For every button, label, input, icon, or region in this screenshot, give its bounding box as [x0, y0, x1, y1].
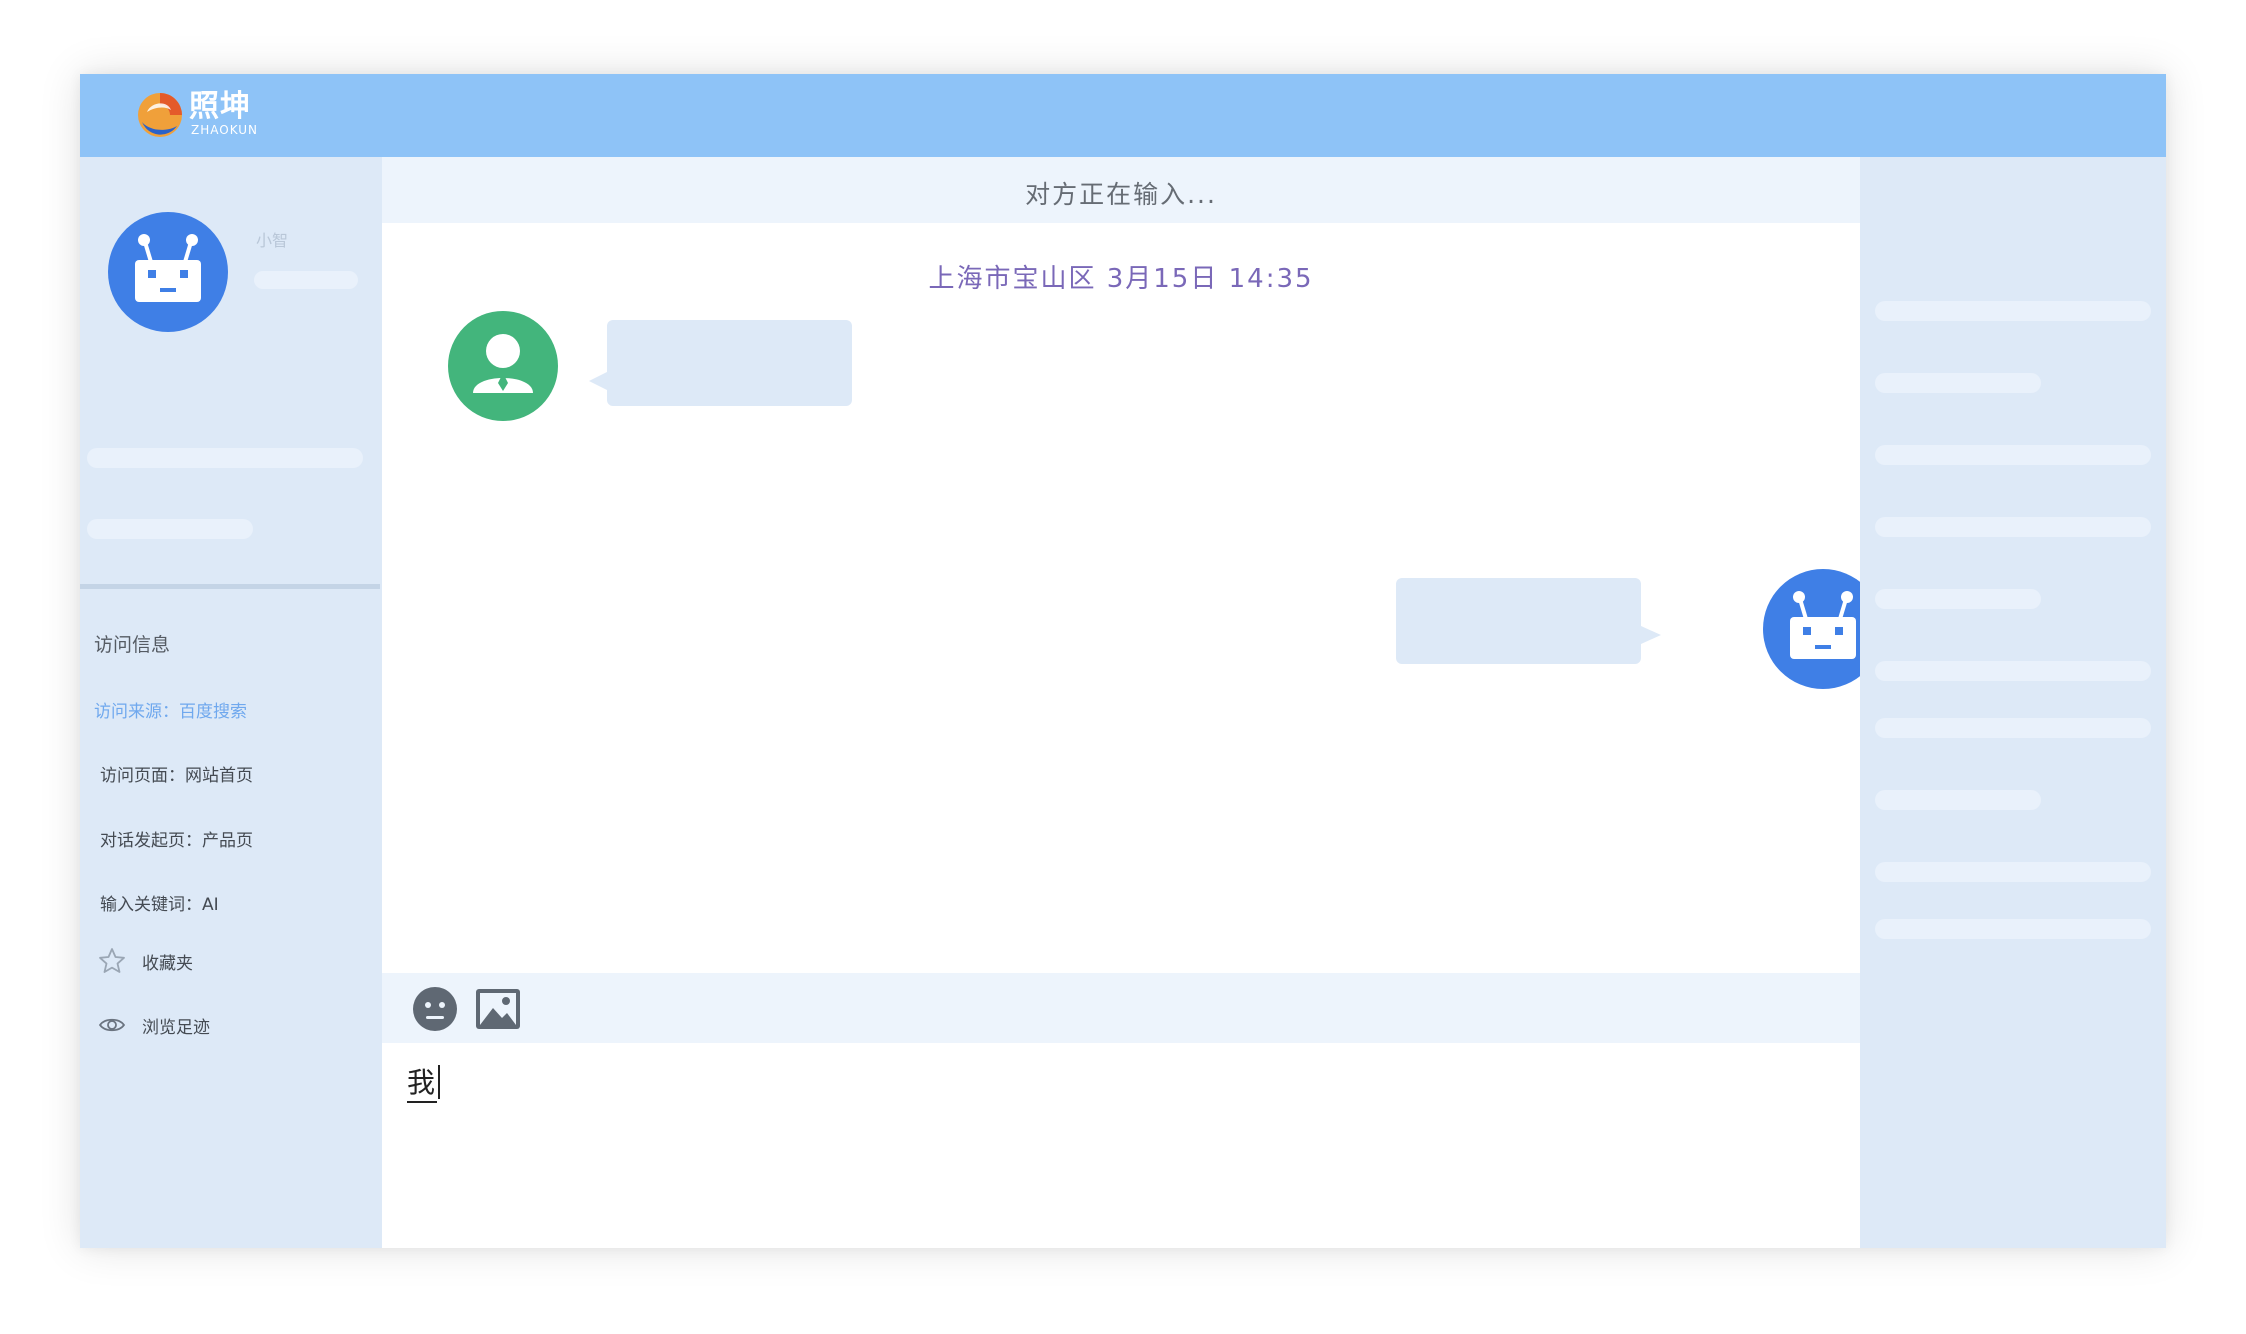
- agent-subtitle-placeholder: [254, 271, 358, 289]
- agent-name: 小智: [256, 231, 289, 250]
- right-placeholder-line: [1875, 301, 2151, 321]
- chat-timestamp: 上海市宝山区 3月15日 14:35: [928, 264, 1314, 294]
- left-divider: [80, 584, 380, 589]
- profile-placeholder-line: [87, 519, 253, 539]
- top-bar: 照坤 ZHAOKUN: [80, 74, 2166, 157]
- right-placeholder-line: [1875, 517, 2151, 537]
- robot-icon: [135, 234, 201, 302]
- chat-window: 照坤 ZHAOKUN 小智 访问信息 访问来源：百度搜索 访问页面：网站首页 对…: [80, 74, 2166, 1248]
- right-placeholder-line: [1875, 862, 2151, 882]
- message-input-text: 我: [407, 1061, 438, 1103]
- nav-history-label: 浏览足迹: [142, 1017, 210, 1038]
- brand-name-cn: 照坤: [189, 89, 251, 124]
- left-sidebar: 小智 访问信息 访问来源：百度搜索 访问页面：网站首页 对话发起页：产品页 输入…: [80, 157, 382, 1248]
- chat-panel: 对方正在输入... 上海市宝山区 3月15日 14:35 我: [382, 157, 1883, 1248]
- zhaokun-logo-icon: [138, 93, 182, 137]
- typing-status: 对方正在输入...: [382, 157, 1860, 223]
- visit-source[interactable]: 访问来源：百度搜索: [94, 697, 247, 722]
- visit-page: 访问页面：网站首页: [100, 766, 253, 786]
- right-placeholder-line: [1875, 718, 2151, 738]
- text-caret: [438, 1065, 440, 1099]
- right-placeholder-line: [1875, 445, 2151, 465]
- outgoing-message-bubble: [1396, 578, 1661, 664]
- eye-icon: [96, 1009, 128, 1041]
- right-placeholder-line: [1875, 790, 2041, 810]
- emoji-button[interactable]: [412, 986, 458, 1032]
- star-icon: [96, 945, 128, 977]
- nav-favorites[interactable]: 收藏夹: [96, 945, 193, 977]
- image-icon: [476, 989, 520, 1029]
- visit-start-page: 对话发起页：产品页: [100, 831, 253, 851]
- brand-name-en: ZHAOKUN: [191, 123, 258, 137]
- nav-history[interactable]: 浏览足迹: [96, 1009, 210, 1041]
- image-button[interactable]: [475, 986, 521, 1032]
- input-toolbar: [382, 973, 1860, 1043]
- user-avatar[interactable]: [448, 311, 558, 421]
- emoji-icon: [413, 987, 457, 1031]
- user-icon: [473, 334, 533, 393]
- right-placeholder-line: [1875, 661, 2151, 681]
- profile-placeholder-line: [87, 448, 363, 468]
- visit-info-title: 访问信息: [94, 634, 171, 656]
- agent-avatar[interactable]: [108, 212, 228, 332]
- visit-keyword: 输入关键词：AI: [100, 895, 219, 915]
- right-placeholder-line: [1875, 373, 2041, 393]
- message-input[interactable]: 我: [382, 1043, 1860, 1248]
- right-placeholder-line: [1875, 919, 2151, 939]
- brand-logo[interactable]: 照坤 ZHAOKUN: [137, 90, 277, 142]
- incoming-message-bubble: [589, 320, 852, 406]
- nav-favorites-label: 收藏夹: [142, 953, 193, 974]
- right-sidebar: [1860, 157, 2166, 1248]
- right-placeholder-line: [1875, 589, 2041, 609]
